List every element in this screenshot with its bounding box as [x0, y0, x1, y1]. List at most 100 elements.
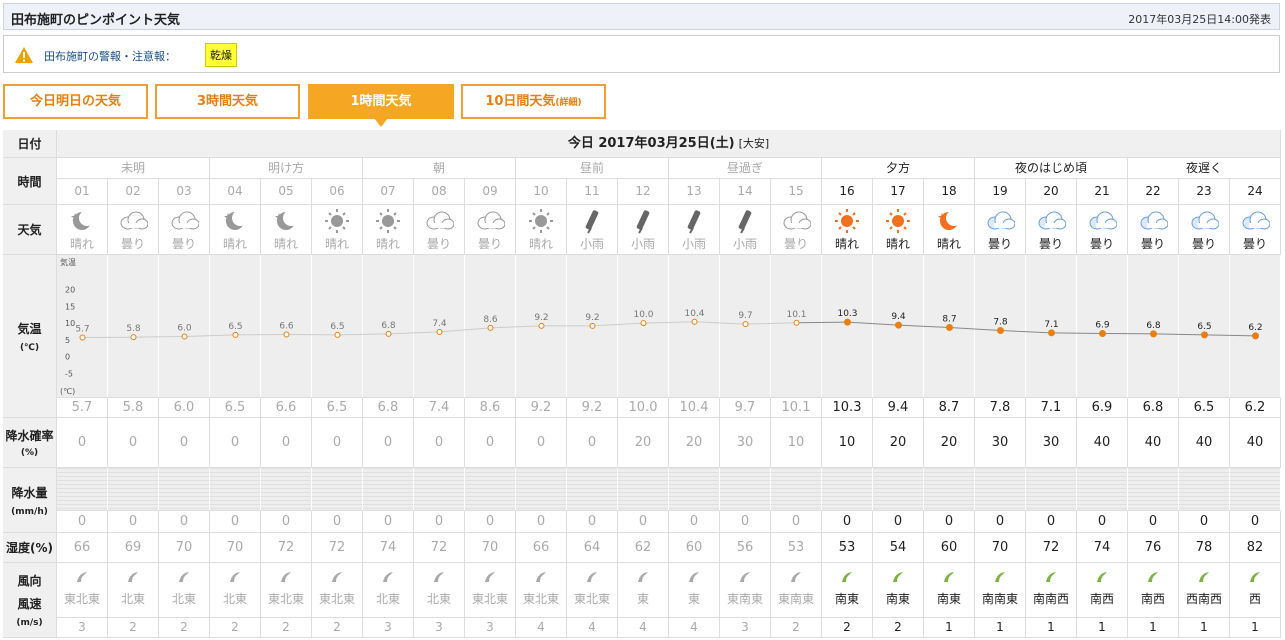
wind-direction-text: 西 — [1248, 592, 1261, 606]
tab-today-tomorrow[interactable]: 今日明日の天気 — [3, 84, 148, 119]
precip-prob-label: 降水確率 (%) — [3, 418, 57, 468]
umbrella-icon — [687, 210, 701, 234]
wind-direction-text: 東 — [636, 592, 649, 606]
date-header: 今日 2017年03月25日(土) [大安] — [57, 130, 1281, 158]
y-tick-label: 10 — [65, 319, 75, 328]
wind-cell: 南南西 — [1026, 563, 1077, 618]
tab-label: 10日間天気 — [485, 94, 556, 109]
hour-cell: 17 — [873, 179, 924, 205]
temp-value: 7.4 — [414, 398, 465, 418]
temp-value: 10.1 — [771, 398, 822, 418]
wind-speed-value: 2 — [210, 618, 261, 638]
weather-cell: 曇り — [771, 205, 822, 255]
wind-arrow-icon — [434, 572, 444, 582]
tab-3hour[interactable]: 3時間天気 — [155, 84, 300, 119]
temp-data-label: 9.2 — [585, 313, 599, 323]
cloud-icon — [1089, 211, 1118, 230]
wind-speed-value: 1 — [1179, 618, 1230, 638]
wind-speed-value: 2 — [873, 618, 924, 638]
humidity-value: 66 — [57, 533, 108, 563]
temp-data-label: 6.2 — [1248, 323, 1262, 333]
weather-text: 小雨 — [630, 237, 655, 251]
wind-label-wind-dir: 風向 — [17, 574, 42, 588]
wind-direction-text: 南南東 — [981, 592, 1018, 606]
y-tick-label: 20 — [65, 286, 75, 295]
tab-1hour[interactable]: 1時間天気 — [308, 84, 454, 127]
weather-cell: 曇り — [159, 205, 210, 255]
hour-cell: 21 — [1077, 179, 1128, 205]
page-title: 田布施町のピンポイント天気 — [11, 13, 181, 28]
precip-amt-bar-cell — [618, 468, 669, 511]
weather-cell: 晴れ — [210, 205, 261, 255]
wind-label-wind-speed: 風速 — [17, 597, 42, 611]
precip-amt-bar-cell — [1230, 468, 1281, 511]
precip-amt-bar-cell — [363, 468, 414, 511]
tab-label: 3時間天気 — [196, 94, 259, 109]
humidity-label-text: 湿度(%) — [6, 541, 53, 555]
warning-badge-dry[interactable]: 乾燥 — [205, 43, 237, 67]
temp-point — [436, 328, 443, 335]
weather-text: 小雨 — [579, 237, 604, 251]
weather-cell: 曇り — [1179, 205, 1230, 255]
precip-amt-label: 降水量 (mm/h) — [3, 468, 57, 533]
temp-data-label: 7.8 — [993, 317, 1008, 327]
temp-value: 6.5 — [1179, 398, 1230, 418]
humidity-value: 72 — [312, 533, 363, 563]
precip-amt-bar-cell — [108, 468, 159, 511]
precip-prob-value: 30 — [1026, 418, 1077, 468]
precip-amt-value: 0 — [261, 511, 312, 533]
tab-10day[interactable]: 10日間天気(詳細) — [461, 84, 606, 119]
temp-data-label: 9.7 — [738, 311, 752, 321]
wind-arrow-icon — [77, 572, 87, 582]
wind-arrow-icon — [1250, 572, 1260, 582]
wind-speed-value: 1 — [1128, 618, 1179, 638]
page-header: 田布施町のピンポイント天気 2017年03月25日14:00発表 — [3, 3, 1280, 30]
tab-suffix: (詳細) — [555, 98, 582, 108]
weather-label-text: 天気 — [17, 223, 42, 237]
precip-prob-value: 0 — [57, 418, 108, 468]
temp-data-label: 6.9 — [1095, 321, 1110, 331]
period-header: 夜のはじめ頃 — [975, 158, 1128, 179]
wind-direction-text: 東南東 — [777, 592, 814, 606]
temp-point — [1099, 330, 1106, 338]
precip-amt-value: 0 — [975, 511, 1026, 533]
wind-direction-text: 東北東 — [471, 592, 508, 606]
temp-value: 9.4 — [873, 398, 924, 418]
temp-line-segment — [1153, 333, 1205, 336]
temp-line-segment — [949, 326, 1001, 331]
humidity-value: 54 — [873, 533, 924, 563]
weather-text: 小雨 — [732, 237, 757, 251]
temp-line-segment — [1204, 334, 1256, 337]
weather-cell: 曇り — [1026, 205, 1077, 255]
temp-value: 6.5 — [210, 398, 261, 418]
precip-amt-value: 0 — [363, 511, 414, 533]
precip-prob-value: 0 — [108, 418, 159, 468]
temp-data-label: 9.2 — [534, 313, 548, 323]
cloud-icon — [1140, 211, 1169, 230]
wind-direction-text: 北東 — [120, 592, 145, 606]
temp-point — [997, 326, 1004, 334]
wind-direction-text: 南西 — [1089, 592, 1114, 606]
sun-icon — [886, 209, 910, 233]
precip-amt-bar-cell — [924, 468, 975, 511]
temp-data-label: 10.1 — [786, 310, 806, 320]
hour-cell: 24 — [1230, 179, 1281, 205]
warning-link[interactable]: 田布施町の警報・注意報： — [44, 48, 176, 64]
wind-direction-text: 東北東 — [318, 592, 355, 606]
cloud-icon — [120, 211, 149, 230]
precip-amt-label-text: 降水量 — [11, 485, 48, 500]
temp-point — [844, 318, 851, 326]
weather-text: 晴れ — [528, 237, 553, 251]
wind-arrow-icon — [893, 572, 903, 582]
temp-point — [334, 331, 341, 338]
umbrella-icon — [585, 210, 599, 234]
weather-cell: 晴れ — [516, 205, 567, 255]
weather-text: 曇り — [1140, 237, 1165, 251]
weather-text: 晴れ — [222, 237, 247, 251]
temp-value: 8.6 — [465, 398, 516, 418]
cloud-icon — [1038, 211, 1067, 230]
temp-data-label: 7.4 — [432, 319, 447, 329]
temp-point — [181, 333, 188, 340]
wind-direction-text: 東北東 — [267, 592, 304, 606]
period-header: 夜遅く — [1128, 158, 1281, 179]
